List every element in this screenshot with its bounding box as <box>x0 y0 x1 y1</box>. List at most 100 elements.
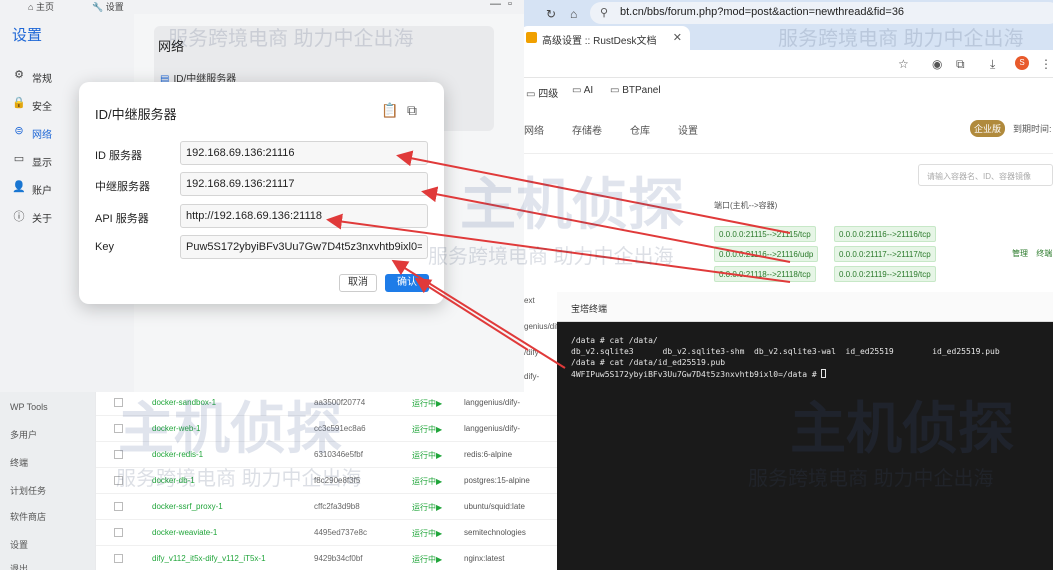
table-row[interactable]: docker-sandbox-1 aa3500f20774 运行中▶ langg… <box>96 390 561 416</box>
row-checkbox[interactable] <box>114 424 123 433</box>
row-checkbox[interactable] <box>114 502 123 511</box>
confirm-button[interactable]: 确认 <box>385 274 429 292</box>
table-row[interactable]: dify_v112_it5x-dify_v112_iT5x-1 9429b34c… <box>96 546 561 570</box>
table-row[interactable]: docker-db-1 f8c290e8f3f5 运行中▶ postgres:1… <box>96 468 561 494</box>
image-column-partial: ext genius/dify- /dify- dify- <box>520 290 565 390</box>
sidebar-item-label: 安全 <box>32 102 52 113</box>
container-name[interactable]: docker-weaviate-1 <box>152 528 217 537</box>
terminal-line: 4WFIPuw5S172ybyiBFv3Uu7Gw7D4t5z3nxvhtb9i… <box>571 369 1047 380</box>
reload-icon[interactable]: ↻ <box>546 7 556 21</box>
bookmark-folder[interactable]: BTPanel <box>610 85 660 96</box>
vip-badge: 企业版 <box>970 120 1006 137</box>
container-id: f8c290e8f3f5 <box>314 476 361 485</box>
home-tab[interactable]: ⌂ 主页 <box>28 0 54 13</box>
table-row[interactable]: docker-redis-1 6310346e5fbf 运行中▶ redis:6… <box>96 442 561 468</box>
status-badge[interactable]: 运行中▶ <box>412 554 442 565</box>
api-server-input[interactable] <box>180 204 428 228</box>
key-input[interactable] <box>180 235 428 259</box>
relay-server-input[interactable] <box>180 172 428 196</box>
row-checkbox[interactable] <box>114 450 123 459</box>
container-id: 9429b34cf0bf <box>314 554 363 563</box>
wrench-icon: 🔧 <box>92 2 106 12</box>
row-checkbox[interactable] <box>114 398 123 407</box>
key-label: Key <box>95 241 114 253</box>
table-row[interactable]: docker-ssrf_proxy-1 cffc2fa3d9b8 运行中▶ ub… <box>96 494 561 520</box>
row-checkbox[interactable] <box>114 476 123 485</box>
menu-item[interactable]: 多用户 <box>10 428 37 441</box>
status-badge[interactable]: 运行中▶ <box>412 424 442 435</box>
status-badge[interactable]: 运行中▶ <box>412 450 442 461</box>
manage-link[interactable]: 管理 <box>1012 249 1028 258</box>
address-bar[interactable]: ⚲ bt.cn/bbs/forum.php?mod=post&action=ne… <box>590 2 1053 24</box>
terminal-window[interactable]: 宝塔终端 /data # cat /data/ db_v2.sqlite3 db… <box>557 292 1053 570</box>
section-title: 网络 <box>158 39 185 54</box>
image-cell: dify- <box>524 372 540 381</box>
row-checkbox[interactable] <box>114 554 123 563</box>
bookmark-folder[interactable]: AI <box>572 85 593 96</box>
terminal-output[interactable]: /data # cat /data/ db_v2.sqlite3 db_v2.s… <box>571 336 1047 380</box>
menu-item[interactable]: 计划任务 <box>10 484 46 497</box>
cancel-button[interactable]: 取消 <box>339 274 377 292</box>
site-info-icon[interactable]: ⚲ <box>600 6 608 19</box>
menu-item[interactable]: 软件商店 <box>10 510 46 523</box>
container-name[interactable]: docker-redis-1 <box>152 450 203 459</box>
profile-avatar[interactable]: S <box>1015 56 1029 70</box>
container-image: semitechnologies <box>464 528 526 537</box>
table-row[interactable]: docker-weaviate-1 4495ed737e8c 运行中▶ semi… <box>96 520 561 546</box>
settings-tab[interactable]: 🔧 设置 <box>92 0 124 13</box>
home-tab-label: 主页 <box>35 2 54 12</box>
container-name[interactable]: dify_v112_it5x-dify_v112_iT5x-1 <box>152 554 266 563</box>
container-name[interactable]: docker-db-1 <box>152 476 195 485</box>
copy-icon[interactable]: ⧉ <box>407 102 417 119</box>
container-id: cffc2fa3d9b8 <box>314 502 360 511</box>
menu-item[interactable]: 设置 <box>10 538 28 551</box>
row-checkbox[interactable] <box>114 528 123 537</box>
menu-icon[interactable]: ⋮ <box>1040 57 1052 71</box>
user-icon: 👤 <box>12 181 26 193</box>
terminal-link[interactable]: 终端 <box>1036 249 1052 258</box>
container-id: 6310346e5fbf <box>314 450 363 459</box>
bookmark-folder[interactable]: 四级 <box>526 85 558 100</box>
port-column-header: 端口(主机-->容器) <box>714 201 778 210</box>
status-badge[interactable]: 运行中▶ <box>412 528 442 539</box>
menu-item[interactable]: 终端 <box>10 456 28 469</box>
panel-tab[interactable]: 网络 <box>524 122 544 137</box>
row-actions: 管理 终端 <box>1012 248 1053 259</box>
menu-item[interactable]: 退出 <box>10 562 28 570</box>
panel-tab[interactable]: 存储卷 <box>572 122 602 137</box>
sidebar-title: 设置 <box>12 27 43 44</box>
table-row[interactable]: docker-web-1 cc3c591ec8a6 运行中▶ langgeniu… <box>96 416 561 442</box>
panel-tab[interactable]: 设置 <box>678 122 698 137</box>
panel-left-menu: WP Tools 多用户 终端 计划任务 软件商店 设置 退出 <box>0 390 95 570</box>
puzzle-icon[interactable]: ⧉ <box>956 57 965 72</box>
extension-icon[interactable]: ◉ <box>932 57 942 71</box>
container-name[interactable]: docker-web-1 <box>152 424 200 433</box>
link-icon: ⊜ <box>14 125 24 137</box>
container-id: 4495ed737e8c <box>314 528 367 537</box>
port-tag: 0.0.0.0:21116-->21116/tcp <box>834 226 936 242</box>
container-search-input[interactable]: 请输入容器名、ID、容器镜像 <box>918 164 1053 186</box>
id-server-input[interactable] <box>180 141 428 165</box>
download-icon[interactable]: ⤓ <box>990 57 995 72</box>
sidebar-item-label: 显示 <box>32 158 52 169</box>
status-badge[interactable]: 运行中▶ <box>412 502 442 513</box>
maximize-button[interactable]: ▫ <box>508 0 512 10</box>
settings-tab-label: 设置 <box>105 2 124 12</box>
tab-close-icon[interactable]: ✕ <box>673 31 682 44</box>
menu-item[interactable]: WP Tools <box>10 402 48 412</box>
container-image: postgres:15-alpine <box>464 476 530 485</box>
window-titlebar: ⌂ 主页 🔧 设置 — ▫ <box>0 0 524 14</box>
terminal-line: db_v2.sqlite3 db_v2.sqlite3-shm db_v2.sq… <box>571 347 1000 356</box>
monitor-icon: ▭ <box>13 153 25 165</box>
home-icon[interactable]: ⌂ <box>570 7 577 21</box>
minimize-button[interactable]: — <box>490 0 501 10</box>
status-badge[interactable]: 运行中▶ <box>412 398 442 409</box>
bookmark-star-icon[interactable]: ☆ <box>898 57 909 71</box>
container-name[interactable]: docker-sandbox-1 <box>152 398 216 407</box>
container-name[interactable]: docker-ssrf_proxy-1 <box>152 502 223 511</box>
terminal-line: /data # cat /data/ <box>571 336 658 345</box>
status-badge[interactable]: 运行中▶ <box>412 476 442 487</box>
panel-tab[interactable]: 仓库 <box>630 122 650 137</box>
clipboard-icon[interactable]: 📋 <box>381 102 398 119</box>
browser-tab-rustdesk[interactable]: 高级设置 :: RustDesk文档 ✕ <box>520 26 690 50</box>
